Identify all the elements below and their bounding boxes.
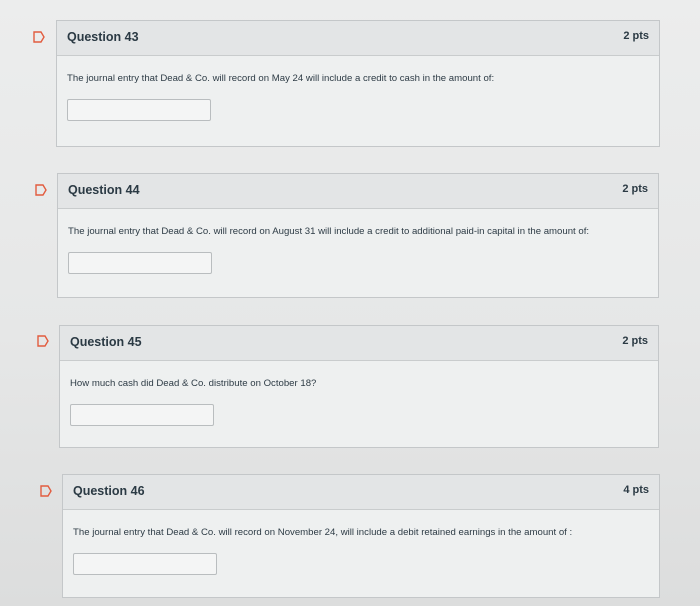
question-points: 2 pts [622, 335, 648, 347]
flag-question-43-icon[interactable] [32, 30, 46, 44]
question-43-card: Question 43 2 pts The journal entry that… [56, 20, 660, 147]
question-text: The journal entry that Dead & Co. will r… [67, 73, 495, 84]
question-title: Question 45 [70, 335, 142, 349]
question-45-card: Question 45 2 pts How much cash did Dead… [59, 325, 659, 448]
question-text: The journal entry that Dead & Co. will r… [73, 527, 573, 538]
question-header: Question 45 2 pts [60, 326, 658, 361]
answer-input[interactable] [68, 252, 212, 274]
question-title: Question 44 [68, 183, 140, 197]
flag-question-46-icon[interactable] [39, 484, 53, 498]
flag-question-44-icon[interactable] [34, 183, 48, 197]
question-text: The journal entry that Dead & Co. will r… [68, 226, 590, 237]
question-text: How much cash did Dead & Co. distribute … [70, 378, 317, 389]
question-title: Question 43 [67, 30, 139, 44]
question-title: Question 46 [73, 484, 145, 498]
question-points: 4 pts [623, 484, 649, 496]
answer-input[interactable] [73, 553, 217, 575]
quiz-page: Question 43 2 pts The journal entry that… [0, 0, 700, 606]
question-points: 2 pts [622, 183, 648, 195]
question-header: Question 43 2 pts [57, 21, 659, 56]
question-header: Question 46 4 pts [63, 475, 659, 510]
question-44-card: Question 44 2 pts The journal entry that… [57, 173, 659, 298]
answer-input[interactable] [70, 404, 214, 426]
question-points: 2 pts [623, 30, 649, 42]
answer-input[interactable] [67, 99, 211, 121]
flag-question-45-icon[interactable] [36, 334, 50, 348]
question-header: Question 44 2 pts [58, 174, 658, 209]
question-46-card: Question 46 4 pts The journal entry that… [62, 474, 660, 598]
